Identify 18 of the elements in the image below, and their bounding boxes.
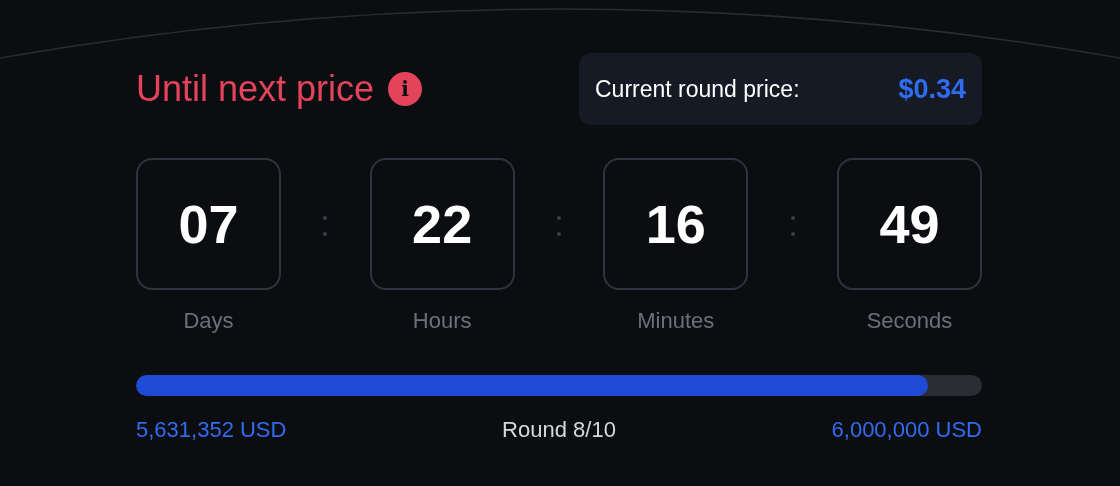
countdown-unit: Hours: [412, 307, 472, 335]
goal-amount: 6,000,000 USD: [831, 416, 982, 444]
countdown-value: 07: [178, 192, 239, 256]
colon-icon: [790, 216, 795, 236]
section-title: Until next price: [136, 67, 375, 111]
countdown-unit: Days: [183, 307, 234, 335]
price-label: Current round price:: [595, 74, 800, 104]
countdown-value: 22: [412, 192, 473, 256]
countdown-unit: Seconds: [866, 307, 953, 335]
colon-icon: [557, 216, 561, 236]
countdown-value: 49: [879, 192, 940, 256]
round-label: Round 8/10: [502, 416, 616, 444]
price-value: $0.34: [898, 72, 966, 106]
raised-amount: 5,631,352 USD: [136, 416, 287, 444]
info-icon[interactable]: i: [388, 72, 423, 106]
colon-icon: [323, 216, 328, 236]
countdown-unit: Minutes: [637, 307, 715, 335]
countdown-value: 16: [645, 192, 706, 256]
